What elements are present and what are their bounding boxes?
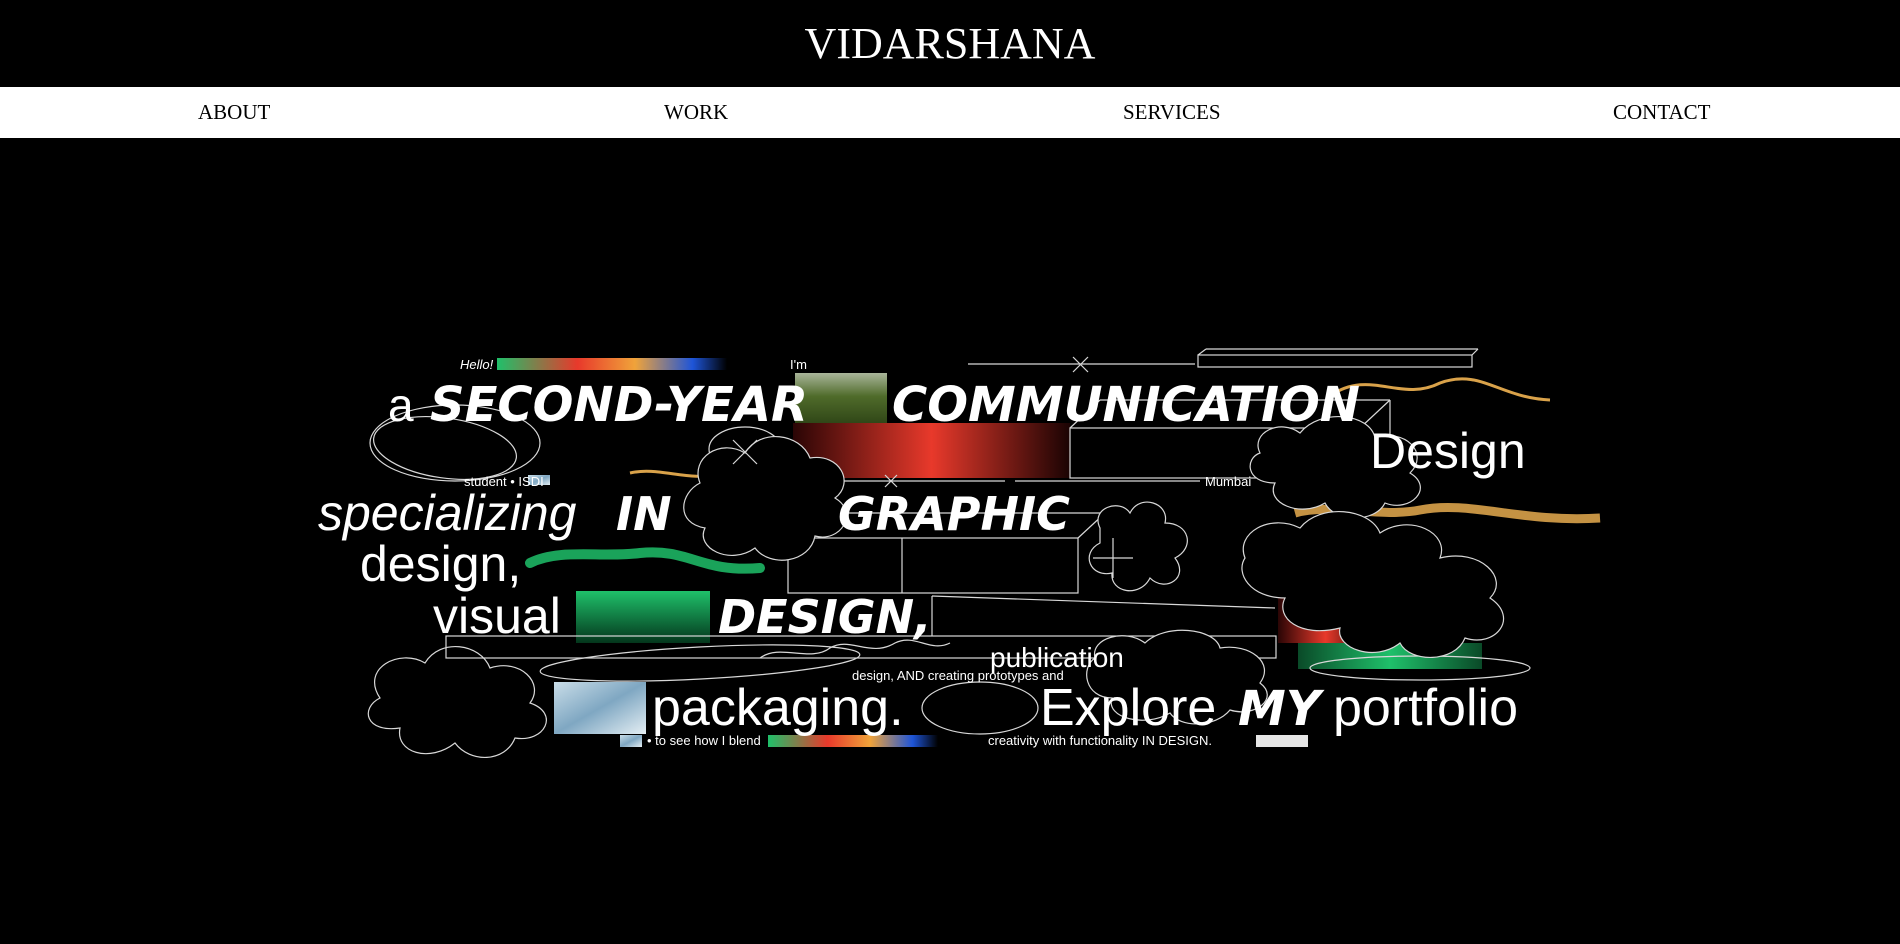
field-photo [795, 373, 887, 425]
mumbai-text: Mumbai [1205, 474, 1251, 489]
sky-photo [554, 682, 646, 734]
word-design: Design [1370, 423, 1526, 479]
word-my: MY [1238, 681, 1325, 737]
nav-item-contact[interactable]: CONTACT [1613, 87, 1710, 138]
word-design-comma: design, [360, 536, 521, 592]
word-graphic: GRAPHIC [838, 487, 1070, 541]
small-line-3: creativity with functionality IN DESIGN. [988, 733, 1212, 748]
nav-item-services[interactable]: SERVICES [1123, 87, 1221, 138]
gold-ribbon-top [1329, 377, 1551, 402]
rainbow-bar-top [497, 358, 727, 370]
im-text: I'm [790, 357, 807, 372]
word-specializing: specializing [318, 485, 577, 541]
word-communication: COMMUNICATION [892, 377, 1360, 433]
cloud-graphic [1088, 501, 1188, 592]
small-line-2: • to see how I blend [647, 733, 761, 748]
site-header: VIDARSHANA [0, 0, 1900, 87]
word-visual: visual [433, 588, 561, 644]
word-portfolio: portfolio [1333, 679, 1518, 737]
wireframe-box-top [1197, 348, 1479, 368]
site-title[interactable]: VIDARSHANA [0, 18, 1900, 70]
word-second-year: SECOND-YEAR [430, 377, 808, 433]
word-explore: Explore [1040, 679, 1216, 737]
word-in: IN [616, 487, 672, 541]
cloud-left [367, 646, 547, 758]
scribble-ellipse-4 [921, 681, 1039, 735]
word-design-caps: DESIGN, [718, 590, 932, 644]
sky-chip-small [620, 735, 642, 747]
nav-item-about[interactable]: ABOUT [198, 87, 270, 138]
hero-artwork: Hello! I'm a SECOND-YEAR COMMUNICATION D… [0, 138, 1900, 944]
hero-collage: Hello! I'm a SECOND-YEAR COMMUNICATION D… [318, 348, 1601, 758]
green-block [576, 591, 710, 643]
word-packaging: packaging. [652, 679, 904, 737]
word-a: a [388, 379, 414, 431]
hello-text: Hello! [460, 357, 494, 372]
main-nav: ABOUT WORK SERVICES CONTACT [0, 87, 1900, 138]
nav-item-work[interactable]: WORK [664, 87, 728, 138]
